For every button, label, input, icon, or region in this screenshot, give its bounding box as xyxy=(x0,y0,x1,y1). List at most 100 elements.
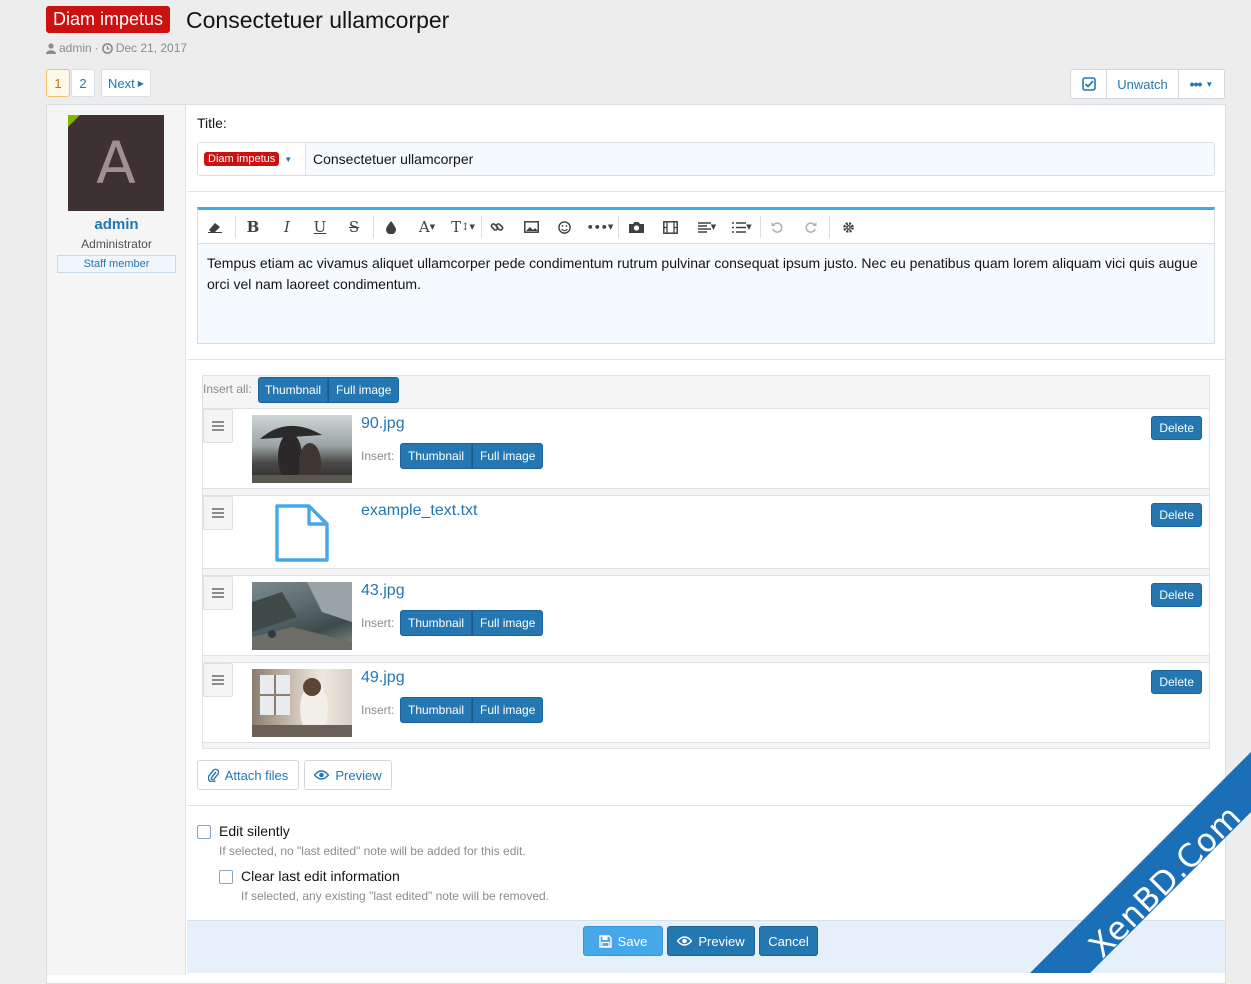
delete-button[interactable]: Delete xyxy=(1151,503,1202,527)
link-icon[interactable] xyxy=(480,210,514,244)
title-label: Title: xyxy=(197,115,227,131)
clear-edit-label[interactable]: Clear last edit information xyxy=(241,868,400,884)
eye-icon xyxy=(314,770,330,780)
section-divider xyxy=(187,191,1225,192)
delete-button[interactable]: Delete xyxy=(1151,670,1202,694)
attachment-thumbnail[interactable] xyxy=(252,415,352,483)
insert-full-image-button[interactable]: Full image xyxy=(472,443,544,469)
user-banner: Staff member xyxy=(57,255,176,273)
drag-handle-icon[interactable] xyxy=(203,409,233,443)
insert-all-full-image-button[interactable]: Full image xyxy=(328,377,400,403)
attachment-item: example_text.txt Delete xyxy=(203,495,1209,569)
insert-thumbnail-button[interactable]: Thumbnail xyxy=(400,610,473,636)
insert-label: Insert: xyxy=(361,616,395,630)
cancel-button[interactable]: Cancel xyxy=(759,926,818,956)
more-icon[interactable]: ••• ▼ xyxy=(581,210,619,244)
insert-label: Insert: xyxy=(361,703,395,717)
editor-toolbar: B I U S A ▼ T ↕ ▼ ••• ▼ ▼ ▼ xyxy=(198,210,1214,244)
insert-all-thumbnail-button[interactable]: Thumbnail xyxy=(258,377,329,403)
title-input[interactable]: Consectetuer ullamcorper xyxy=(313,143,1213,175)
delete-button[interactable]: Delete xyxy=(1151,583,1202,607)
attachment-item: 90.jpg Insert: Thumbnail Full image Dele… xyxy=(203,408,1209,489)
insert-thumbnail-button[interactable]: Thumbnail xyxy=(400,697,473,723)
preview-label: Preview xyxy=(335,767,382,783)
attachment-filename[interactable]: 43.jpg xyxy=(361,582,405,600)
clear-edit-checkbox[interactable] xyxy=(219,870,233,884)
prefix-select[interactable]: Diam impetus ▼ xyxy=(198,143,306,175)
attachment-thumbnail[interactable] xyxy=(252,582,352,650)
next-page-button[interactable]: Next ▶ xyxy=(101,69,151,97)
ellipsis-icon: ••• xyxy=(1189,76,1203,92)
caret-down-icon: ▼ xyxy=(1205,79,1214,89)
preview-button-label: Preview xyxy=(698,933,745,949)
italic-icon[interactable]: I xyxy=(270,210,304,244)
bold-icon[interactable]: B xyxy=(236,210,270,244)
watermark-ribbon xyxy=(1030,752,1251,973)
chevron-right-icon: ▶ xyxy=(137,78,144,88)
watch-button[interactable] xyxy=(1071,70,1107,98)
camera-icon[interactable] xyxy=(619,210,653,244)
paperclip-icon xyxy=(207,768,219,782)
eraser-icon[interactable] xyxy=(198,210,232,244)
drag-handle-icon[interactable] xyxy=(203,663,233,697)
image-icon[interactable] xyxy=(514,210,548,244)
attachment-filename[interactable]: example_text.txt xyxy=(361,502,478,520)
attachment-item: 43.jpg Insert: Thumbnail Full image Dele… xyxy=(203,575,1209,656)
avatar-letter: A xyxy=(96,129,136,197)
thread-date: Dec 21, 2017 xyxy=(115,41,188,55)
insert-full-image-button[interactable]: Full image xyxy=(472,610,544,636)
strikethrough-icon[interactable]: S xyxy=(337,210,371,244)
delete-button[interactable]: Delete xyxy=(1151,416,1202,440)
more-options-button[interactable]: ••• ▼ xyxy=(1179,70,1224,98)
media-icon[interactable] xyxy=(653,210,687,244)
insert-all-label: Insert all: xyxy=(203,382,252,396)
save-icon xyxy=(598,934,612,948)
list-icon[interactable]: ▼ xyxy=(723,210,761,244)
user-sidebar xyxy=(47,105,186,975)
section-divider xyxy=(187,359,1225,360)
drag-handle-icon[interactable] xyxy=(203,496,233,530)
attach-files-button[interactable]: Attach files xyxy=(197,760,299,790)
insert-buttons: Thumbnail Full image xyxy=(400,443,544,469)
user-avatar[interactable]: A xyxy=(68,115,164,211)
editor-content[interactable]: Tempus etiam ac vivamus aliquet ullamcor… xyxy=(207,253,1205,295)
page-2-button[interactable]: 2 xyxy=(71,69,95,97)
page-1-button[interactable]: 1 xyxy=(46,69,70,97)
insert-buttons: Thumbnail Full image xyxy=(400,697,544,723)
settings-icon[interactable] xyxy=(831,210,865,244)
attachment-filename[interactable]: 49.jpg xyxy=(361,669,405,687)
attachment-filename[interactable]: 90.jpg xyxy=(361,415,405,433)
drag-handle-icon[interactable] xyxy=(203,576,233,610)
page-title: Consectetuer ullamcorper xyxy=(186,7,450,33)
edit-silently-label[interactable]: Edit silently xyxy=(219,823,290,839)
align-icon[interactable]: ▼ xyxy=(688,210,726,244)
insert-thumbnail-button[interactable]: Thumbnail xyxy=(400,443,473,469)
preview-button[interactable]: Preview xyxy=(667,926,755,956)
undo-icon[interactable] xyxy=(760,210,794,244)
save-label: Save xyxy=(617,933,648,949)
save-button[interactable]: Save xyxy=(583,926,663,956)
umbrella-photo xyxy=(252,425,352,483)
checkbox-check-icon xyxy=(1081,77,1096,91)
insert-full-image-button[interactable]: Full image xyxy=(472,697,544,723)
font-family-icon[interactable]: A ▼ xyxy=(408,210,446,244)
eye-icon xyxy=(677,936,693,946)
attachment-item: 49.jpg Insert: Thumbnail Full image Dele… xyxy=(203,662,1209,743)
unwatch-button[interactable]: Unwatch xyxy=(1107,70,1179,98)
edit-silently-checkbox[interactable] xyxy=(197,825,211,839)
redo-icon[interactable] xyxy=(794,210,828,244)
font-size-icon[interactable]: T ↕ ▼ xyxy=(444,210,482,244)
thread-prefix-badge[interactable]: Diam impetus xyxy=(46,6,171,33)
color-icon[interactable] xyxy=(374,210,408,244)
meta-separator: · xyxy=(94,41,99,55)
smilie-icon[interactable] xyxy=(547,210,581,244)
user-name[interactable]: admin xyxy=(47,216,186,233)
user-title: Administrator xyxy=(81,237,152,251)
thread-author[interactable]: admin xyxy=(59,41,92,55)
preview-toggle-button[interactable]: Preview xyxy=(304,760,392,790)
online-indicator-icon xyxy=(68,115,80,127)
underline-icon[interactable]: U xyxy=(303,210,337,244)
prefix-select-badge: Diam impetus xyxy=(204,152,280,166)
valley-photo xyxy=(252,582,352,650)
attachment-thumbnail[interactable] xyxy=(252,669,352,737)
